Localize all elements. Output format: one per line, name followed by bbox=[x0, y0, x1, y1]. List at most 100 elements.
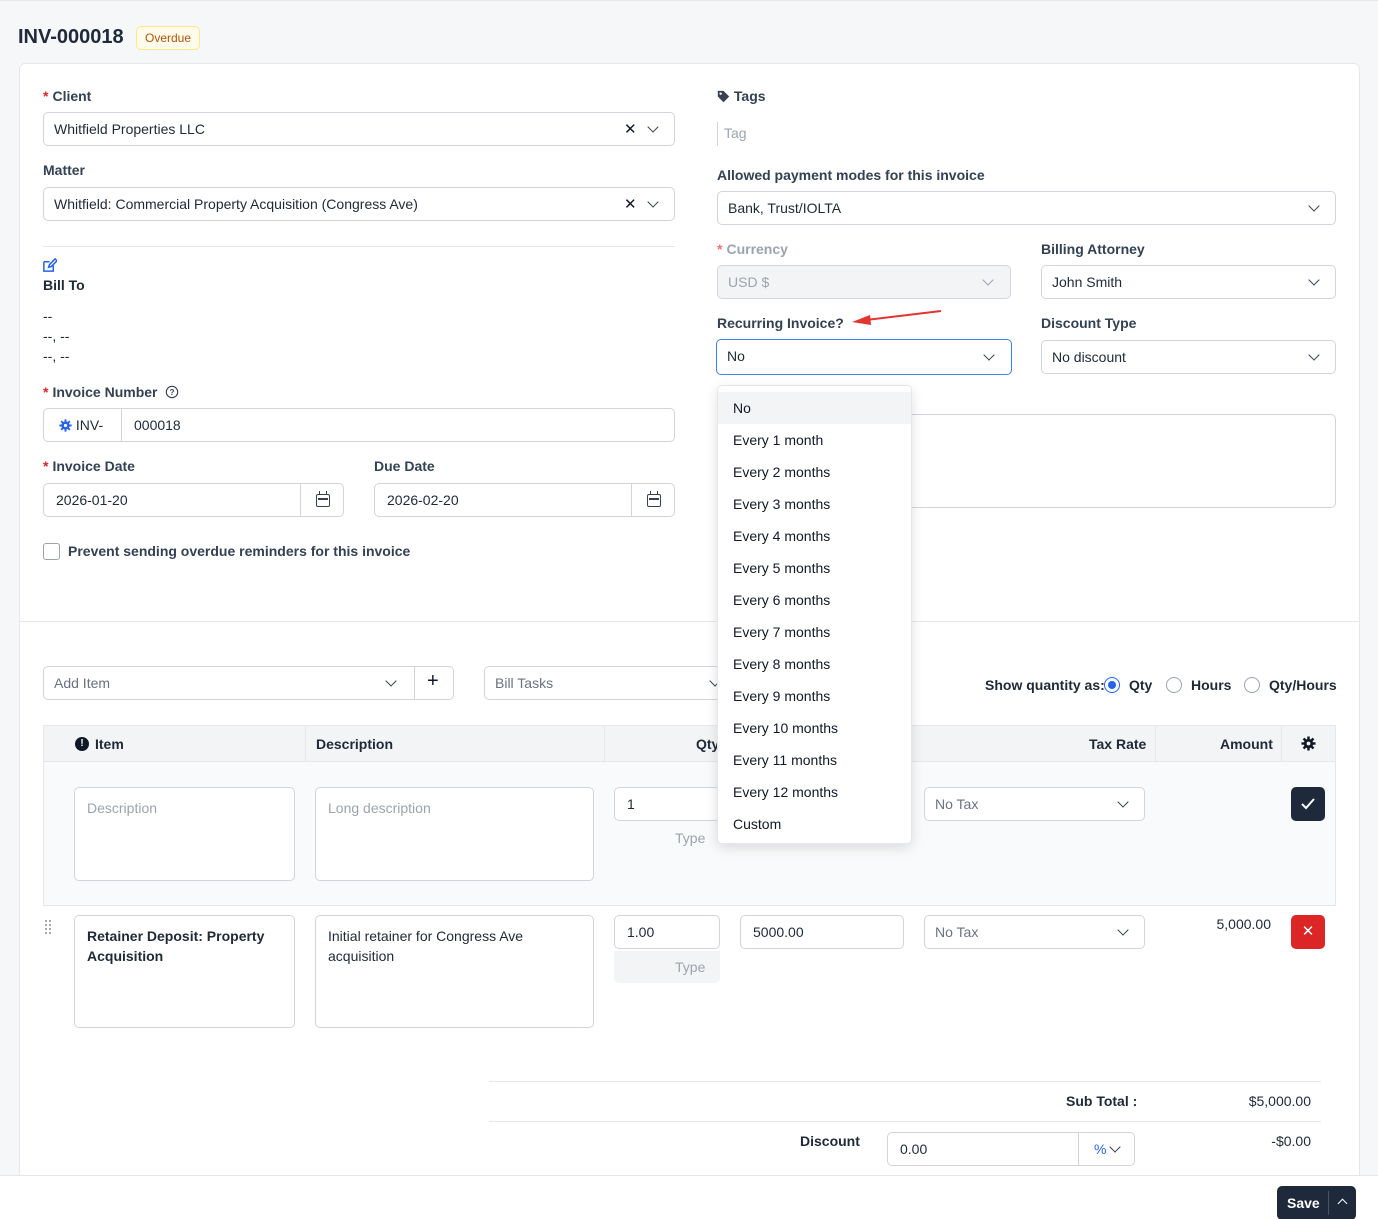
divider bbox=[305, 726, 306, 762]
add-item-select[interactable]: Add Item + bbox=[43, 666, 454, 700]
tag-input-cursor bbox=[717, 122, 718, 146]
prevent-reminders-checkbox[interactable] bbox=[43, 543, 60, 560]
subtotal-label: Sub Total : bbox=[1066, 1093, 1138, 1109]
help-icon[interactable]: ? bbox=[165, 385, 179, 399]
new-item-qty[interactable]: 1 bbox=[614, 787, 720, 821]
invoice-prefix: INV- bbox=[75, 417, 104, 433]
new-item-tax-select[interactable]: No Tax bbox=[924, 787, 1145, 821]
recurring-option[interactable]: Every 8 months bbox=[718, 648, 911, 680]
item-long-description[interactable]: Initial retainer for Congress Ave acquis… bbox=[315, 915, 594, 1028]
payment-modes-value: Bank, Trust/IOLTA bbox=[728, 200, 842, 216]
tax-value: No Tax bbox=[935, 796, 979, 812]
header-qty: Qty bbox=[696, 736, 720, 752]
drag-handle-icon[interactable] bbox=[44, 919, 52, 935]
recurring-option[interactable]: Every 4 months bbox=[718, 520, 911, 552]
add-item-button[interactable]: + bbox=[427, 667, 439, 697]
recurring-option[interactable]: Every 10 months bbox=[718, 712, 911, 744]
chevron-down-icon bbox=[1308, 200, 1320, 212]
recurring-value: No bbox=[727, 348, 745, 364]
save-button[interactable]: Save bbox=[1287, 1186, 1320, 1219]
qty-hours-radio[interactable] bbox=[1244, 677, 1260, 693]
item-type-input[interactable]: Type bbox=[614, 951, 720, 983]
item-tax-select[interactable]: No Tax bbox=[924, 915, 1145, 949]
hours-radio[interactable] bbox=[1166, 677, 1182, 693]
discount-type-select[interactable]: No discount bbox=[1041, 340, 1336, 374]
divider bbox=[604, 726, 605, 762]
bill-to-line: -- bbox=[43, 308, 53, 324]
new-item-description[interactable]: Description bbox=[74, 787, 295, 881]
recurring-option[interactable]: Every 7 months bbox=[718, 616, 911, 648]
totals-divider bbox=[489, 1121, 1321, 1122]
new-item-long-description[interactable]: Long description bbox=[315, 787, 594, 881]
discount-unit-select[interactable]: % bbox=[1094, 1133, 1106, 1165]
top-border bbox=[0, 0, 1378, 1]
tags-label: Tags bbox=[717, 88, 766, 104]
currency-select: USD $ bbox=[717, 265, 1011, 299]
bill-to-address: -- --, -- --, -- bbox=[43, 306, 69, 366]
matter-label: Matter bbox=[43, 162, 86, 178]
bill-to-line: --, -- bbox=[43, 348, 70, 364]
chevron-down-icon bbox=[385, 675, 397, 687]
add-row-check-button[interactable] bbox=[1291, 787, 1325, 821]
recurring-option[interactable]: Every 5 months bbox=[718, 552, 911, 584]
chevron-down-icon bbox=[1109, 1141, 1121, 1153]
header-tax-rate: Tax Rate bbox=[1089, 736, 1147, 752]
divider bbox=[414, 667, 415, 699]
item-description[interactable]: Retainer Deposit: Property Acquisition bbox=[74, 915, 295, 1028]
add-item-placeholder: Add Item bbox=[54, 675, 111, 691]
table-header: ! Item Description Qty Tax Rate Amount bbox=[44, 726, 1335, 762]
recurring-option[interactable]: No bbox=[718, 392, 911, 424]
item-rate[interactable]: 5000.00 bbox=[740, 915, 904, 949]
bill-tasks-select[interactable]: Bill Tasks bbox=[484, 666, 724, 700]
billing-attorney-label: Billing Attorney bbox=[1041, 241, 1145, 257]
tag-input[interactable]: Tag bbox=[724, 125, 747, 141]
divider bbox=[1155, 726, 1156, 762]
totals-divider bbox=[489, 1081, 1321, 1082]
discount-label: Discount bbox=[800, 1133, 860, 1149]
qty-radio-label: Qty bbox=[1129, 677, 1153, 693]
discount-input-value: 0.00 bbox=[900, 1141, 928, 1157]
client-select[interactable]: Whitfield Properties LLC ✕ bbox=[43, 112, 675, 146]
item-qty[interactable]: 1.00 bbox=[614, 915, 720, 949]
calendar-icon[interactable] bbox=[647, 491, 661, 507]
due-date-input[interactable]: 2026-02-20 bbox=[374, 483, 675, 517]
recurring-option[interactable]: Every 6 months bbox=[718, 584, 911, 616]
divider bbox=[1281, 726, 1282, 762]
recurring-option[interactable]: Every 3 months bbox=[718, 488, 911, 520]
delete-row-button[interactable]: ✕ bbox=[1291, 915, 1325, 949]
invoice-number-value[interactable]: 000018 bbox=[134, 409, 181, 441]
recurring-option[interactable]: Custom bbox=[718, 808, 911, 840]
recurring-select[interactable]: No bbox=[716, 339, 1012, 375]
recurring-option[interactable]: Every 9 months bbox=[718, 680, 911, 712]
matter-select[interactable]: Whitfield: Commercial Property Acquisiti… bbox=[43, 187, 675, 221]
currency-label: * Currency bbox=[717, 241, 788, 257]
invoice-date-input[interactable]: 2026-01-20 bbox=[43, 483, 344, 517]
chevron-down-icon bbox=[1308, 274, 1320, 286]
qty-radio[interactable] bbox=[1104, 677, 1120, 693]
table-settings-gear-icon[interactable] bbox=[1301, 736, 1316, 751]
clear-matter-icon[interactable]: ✕ bbox=[624, 197, 637, 212]
edit-icon[interactable] bbox=[42, 258, 57, 273]
recurring-option[interactable]: Every 12 months bbox=[718, 776, 911, 808]
discount-input[interactable]: 0.00 % bbox=[887, 1132, 1135, 1166]
calendar-icon[interactable] bbox=[316, 491, 330, 507]
recurring-option[interactable]: Every 11 months bbox=[718, 744, 911, 776]
invoice-prefix-button[interactable]: INV- bbox=[44, 409, 122, 441]
recurring-option[interactable]: Every 1 month bbox=[718, 424, 911, 456]
divider bbox=[300, 484, 301, 516]
billing-attorney-select[interactable]: John Smith bbox=[1041, 265, 1336, 299]
invoice-number-label: * Invoice Number ? bbox=[43, 384, 179, 400]
payment-modes-select[interactable]: Bank, Trust/IOLTA bbox=[717, 191, 1336, 225]
clear-client-icon[interactable]: ✕ bbox=[624, 122, 637, 137]
recurring-option[interactable]: Every 2 months bbox=[718, 456, 911, 488]
chevron-down-icon bbox=[1117, 796, 1129, 808]
save-button-group: Save bbox=[1277, 1186, 1356, 1219]
chevron-down-icon bbox=[1117, 924, 1129, 936]
billing-attorney-value: John Smith bbox=[1052, 274, 1123, 290]
recurring-dropdown-menu: No Every 1 month Every 2 months Every 3 … bbox=[717, 385, 912, 844]
discount-type-label: Discount Type bbox=[1041, 315, 1137, 331]
new-item-type[interactable]: Type bbox=[675, 830, 705, 846]
gear-icon bbox=[59, 419, 72, 432]
chevron-up-icon[interactable] bbox=[1337, 1198, 1348, 1209]
check-icon bbox=[1301, 798, 1315, 810]
